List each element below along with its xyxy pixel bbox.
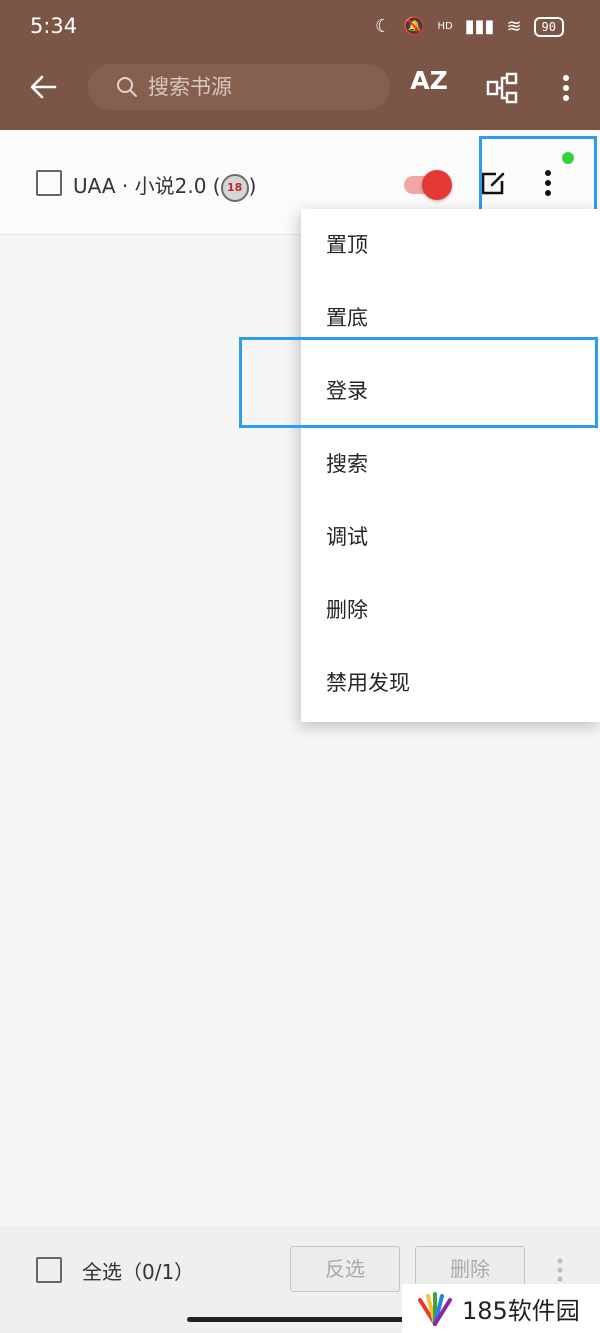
search-box[interactable] [88,64,390,110]
source-name-text: UAA · 小说2.0 ( [73,174,221,198]
sort-label: AZ [410,66,448,95]
app-bar: 5:34 ☾ 🔕 HD ▮▮▮ ≋ 90 AZ [0,0,600,130]
source-enable-toggle[interactable] [402,168,454,200]
menu-item-search[interactable]: 搜索 [301,428,600,501]
home-indicator[interactable] [187,1317,412,1322]
group-icon [486,72,518,104]
source-name-suffix: ) [248,174,257,198]
top-more-button[interactable] [548,70,584,106]
network-label: HD [437,21,453,32]
status-time: 5:34 [30,14,78,38]
source-context-menu: 置顶 置底 登录 搜索 调试 删除 禁用发现 [301,209,600,722]
watermark: 185软件园 [402,1284,600,1333]
more-vertical-icon [563,75,569,101]
battery-icon: 90 [533,16,564,37]
logo-icon [418,1291,452,1326]
bottom-more-button[interactable] [550,1256,570,1284]
moon-icon: ☾ [374,16,392,37]
watermark-text: 185软件园 [462,1297,580,1325]
more-button-highlight [479,136,597,220]
source-name: UAA · 小说2.0 (18) [73,170,256,202]
search-input[interactable] [146,74,370,100]
adult-badge-icon: 18 [220,173,249,202]
arrow-left-icon [30,75,57,99]
menu-item-top[interactable]: 置顶 [301,209,600,282]
signal-icon: ▮▮▮ [464,16,495,37]
status-icons: ☾ 🔕 HD ▮▮▮ ≋ 90 [375,16,564,37]
group-button[interactable] [484,70,520,106]
green-indicator-dot [562,152,574,164]
sort-button[interactable]: AZ [408,66,450,110]
login-item-highlight [239,337,598,428]
source-checkbox[interactable] [36,170,62,196]
search-icon [117,77,137,97]
menu-item-debug[interactable]: 调试 [301,501,600,574]
invert-selection-button[interactable]: 反选 [290,1246,400,1292]
mute-icon: 🔕 [403,16,426,37]
more-vertical-icon [557,1258,563,1282]
menu-item-disable-discovery[interactable]: 禁用发现 [301,647,600,720]
back-button[interactable] [26,70,60,104]
toggle-thumb [422,170,452,200]
select-all-checkbox[interactable] [36,1257,62,1283]
wifi-icon: ≋ [506,16,522,37]
menu-item-delete[interactable]: 删除 [301,574,600,647]
select-all-label[interactable]: 全选（0/1） [82,1256,194,1285]
